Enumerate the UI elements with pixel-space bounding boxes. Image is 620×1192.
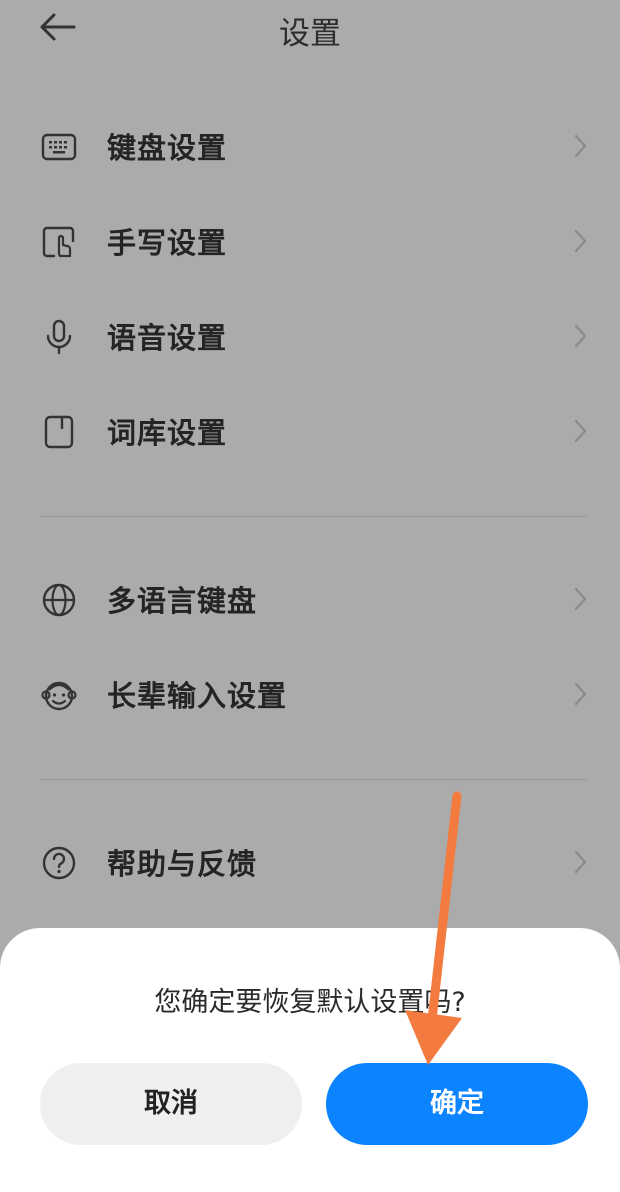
help-icon [42, 846, 76, 880]
divider [40, 779, 588, 780]
chevron-right-icon [574, 134, 587, 158]
settings-item-keyboard[interactable]: 键盘设置 [0, 104, 620, 188]
handwriting-icon [42, 226, 75, 258]
dialog-question: 您确定要恢复默认设置吗? [154, 987, 466, 1018]
globe-icon [42, 583, 76, 617]
chevron-right-icon [574, 850, 587, 874]
chevron-right-icon [574, 419, 587, 443]
settings-item-help[interactable]: 帮助与反馈 [0, 820, 620, 904]
dictionary-icon [44, 415, 74, 449]
page-title: 设置 [279, 16, 341, 52]
header: 设置 [0, 0, 620, 60]
settings-item-label: 词库设置 [107, 416, 228, 450]
chevron-right-icon [574, 324, 587, 348]
confirm-button[interactable]: 确定 [326, 1063, 588, 1145]
divider [40, 516, 588, 517]
chevron-right-icon [574, 229, 587, 253]
settings-item-multilanguage[interactable]: 多语言键盘 [0, 557, 620, 641]
settings-item-dictionary[interactable]: 词库设置 [0, 389, 620, 473]
microphone-icon [46, 319, 72, 355]
settings-item-handwriting[interactable]: 手写设置 [0, 199, 620, 283]
chevron-right-icon [574, 587, 587, 611]
settings-item-label: 键盘设置 [107, 131, 228, 165]
settings-item-voice[interactable]: 语音设置 [0, 294, 620, 378]
settings-item-label: 帮助与反馈 [107, 847, 258, 881]
elder-face-icon [41, 681, 77, 711]
settings-item-label: 手写设置 [107, 226, 228, 260]
confirm-dialog: 您确定要恢复默认设置吗? 取消 确定 [0, 928, 620, 1192]
cancel-button[interactable]: 取消 [40, 1063, 302, 1145]
settings-item-label: 语音设置 [107, 321, 228, 355]
settings-item-elder-input[interactable]: 长辈输入设置 [0, 652, 620, 736]
settings-item-label: 长辈输入设置 [107, 679, 288, 713]
settings-item-label: 多语言键盘 [107, 584, 258, 618]
chevron-right-icon [574, 682, 587, 706]
keyboard-icon [41, 133, 77, 161]
